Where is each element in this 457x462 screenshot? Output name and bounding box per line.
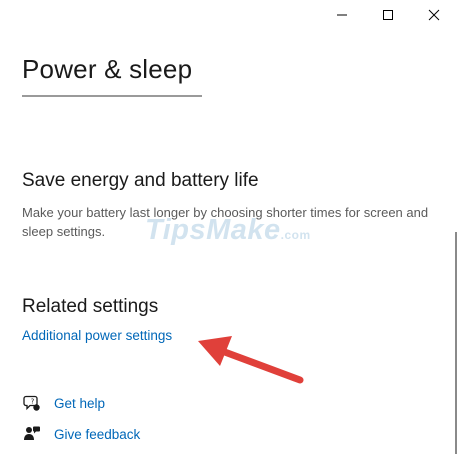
settings-window: Power & sleep Save energy and battery li… [0,0,457,462]
give-feedback-icon [22,424,42,444]
give-feedback-row[interactable]: Give feedback [22,424,140,444]
give-feedback-label: Give feedback [54,426,141,442]
get-help-label: Get help [54,395,106,411]
energy-heading: Save energy and battery life [22,170,259,191]
maximize-button[interactable] [365,0,411,30]
minimize-button[interactable] [319,0,365,30]
svg-text:?: ? [31,398,35,406]
close-icon [428,9,440,21]
title-underline [22,95,202,97]
close-button[interactable] [411,0,457,30]
get-help-icon: ? [22,393,42,413]
maximize-icon [383,10,393,20]
page-title: Power & sleep [22,54,193,84]
watermark-suffix: .com [280,228,311,242]
minimize-icon [337,14,347,16]
watermark-text: TipsMake [145,214,281,246]
watermark: TipsMake.com [145,214,311,247]
window-controls [319,0,457,30]
additional-power-settings-link[interactable]: Additional power settings [22,328,172,343]
related-settings-heading: Related settings [22,296,159,317]
get-help-row[interactable]: ? Get help [22,393,105,413]
